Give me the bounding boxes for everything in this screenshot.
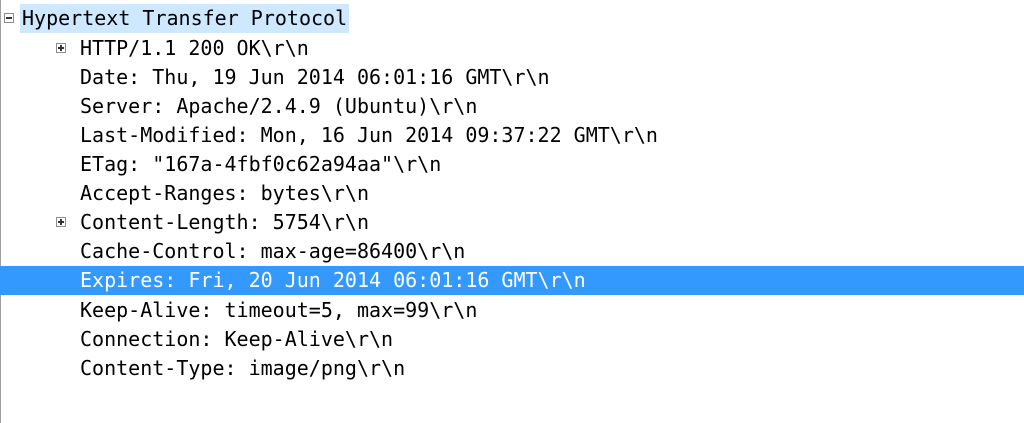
tree-item-label: Keep-Alive: timeout=5, max=99\r\n <box>80 298 478 322</box>
tree-item-label: Expires: Fri, 20 Jun 2014 06:01:16 GMT\r… <box>80 268 586 292</box>
tree-item-label: Date: Thu, 19 Jun 2014 06:01:16 GMT\r\n <box>80 65 550 89</box>
tree-item-label: Content-Length: 5754\r\n <box>80 210 369 234</box>
expand-icon[interactable] <box>56 43 66 53</box>
tree-item-content-type[interactable]: Content-Type: image/png\r\n <box>0 354 1024 383</box>
tree-item-date[interactable]: Date: Thu, 19 Jun 2014 06:01:16 GMT\r\n <box>0 63 1024 92</box>
tree-item-label: Accept-Ranges: bytes\r\n <box>80 181 369 205</box>
tree-item-cache-control[interactable]: Cache-Control: max-age=86400\r\n <box>0 237 1024 266</box>
tree-node-label: Hypertext Transfer Protocol <box>20 4 350 33</box>
tree-node-http[interactable]: Hypertext Transfer Protocol <box>0 4 1024 33</box>
packet-details-pane: Hypertext Transfer Protocol HTTP/1.1 200… <box>0 0 1024 423</box>
tree-item-keep-alive[interactable]: Keep-Alive: timeout=5, max=99\r\n <box>0 296 1024 325</box>
tree-item-label: Connection: Keep-Alive\r\n <box>80 327 394 351</box>
tree-item-accept-ranges[interactable]: Accept-Ranges: bytes\r\n <box>0 179 1024 208</box>
tree-item-label: Cache-Control: max-age=86400\r\n <box>80 239 466 263</box>
tree-item-expires[interactable]: Expires: Fri, 20 Jun 2014 06:01:16 GMT\r… <box>0 266 1024 295</box>
tree-item-etag[interactable]: ETag: "167a-4fbf0c62a94aa"\r\n <box>0 150 1024 179</box>
tree-item-label: HTTP/1.1 200 OK\r\n <box>80 36 309 60</box>
collapse-icon[interactable] <box>4 13 14 23</box>
tree-item-content-length[interactable]: Content-Length: 5754\r\n <box>0 208 1024 237</box>
tree-item-connection[interactable]: Connection: Keep-Alive\r\n <box>0 325 1024 354</box>
expand-icon[interactable] <box>56 217 66 227</box>
tree-item-label: Content-Type: image/png\r\n <box>80 356 406 380</box>
tree-item-label: ETag: "167a-4fbf0c62a94aa"\r\n <box>80 152 442 176</box>
tree-item-label: Server: Apache/2.4.9 (Ubuntu)\r\n <box>80 94 478 118</box>
tree-item-last-modified[interactable]: Last-Modified: Mon, 16 Jun 2014 09:37:22… <box>0 121 1024 150</box>
tree-item-server[interactable]: Server: Apache/2.4.9 (Ubuntu)\r\n <box>0 92 1024 121</box>
tree-item-label: Last-Modified: Mon, 16 Jun 2014 09:37:22… <box>80 123 658 147</box>
tree-item-status-line[interactable]: HTTP/1.1 200 OK\r\n <box>0 34 1024 63</box>
